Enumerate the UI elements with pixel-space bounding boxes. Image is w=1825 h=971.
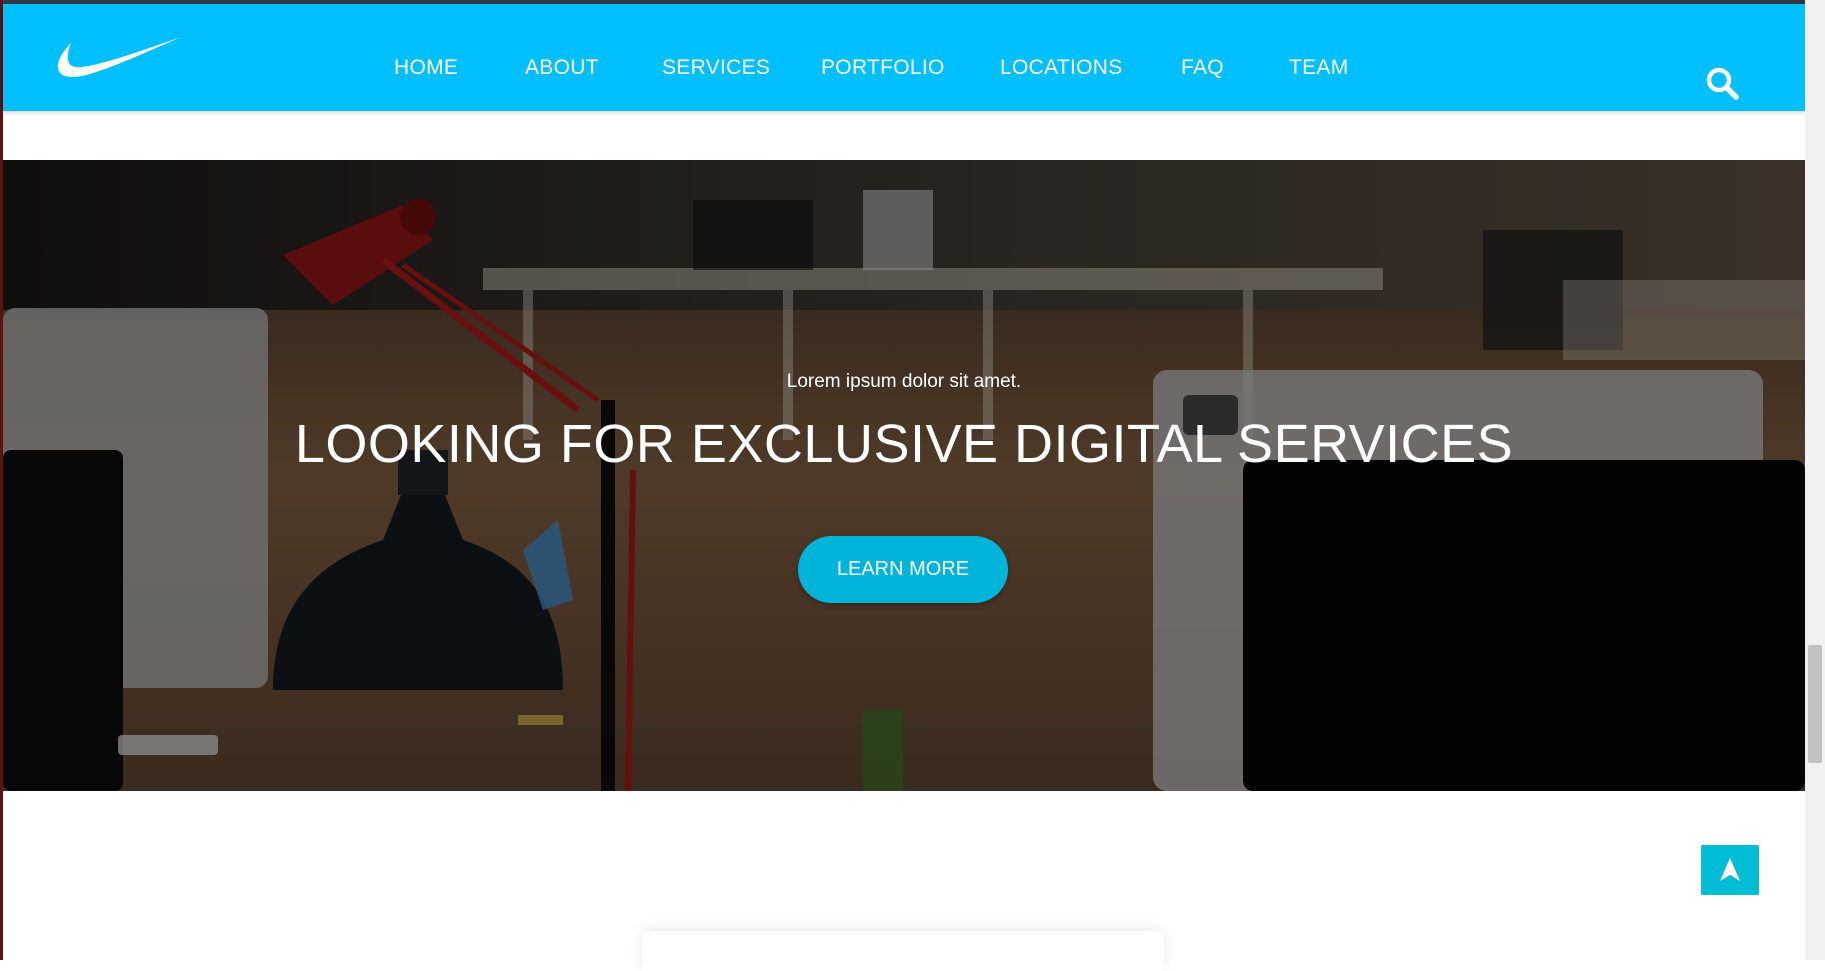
back-to-top-button[interactable] [1701, 845, 1759, 895]
navbar: HOME ABOUT SERVICES PORTFOLIO LOCATIONS … [3, 4, 1805, 111]
search-icon[interactable] [1705, 66, 1739, 100]
hero-dark-overlay [3, 160, 1805, 791]
hero-title: LOOKING FOR EXCLUSIVE DIGITAL SERVICES [294, 414, 1514, 474]
nav-locations[interactable]: LOCATIONS [1000, 56, 1123, 80]
learn-more-button[interactable]: LEARN MORE [798, 536, 1008, 603]
scrollbar[interactable] [1805, 0, 1825, 960]
scrollbar-thumb[interactable] [1808, 645, 1822, 763]
nav-faq[interactable]: FAQ [1181, 56, 1224, 80]
nav-portfolio[interactable]: PORTFOLIO [821, 56, 945, 80]
nav-team[interactable]: TEAM [1289, 56, 1349, 80]
nav-about[interactable]: ABOUT [525, 56, 599, 80]
hero-subtitle: Lorem ipsum dolor sit amet. [786, 371, 1022, 392]
content-card [642, 931, 1164, 971]
nav-home[interactable]: HOME [394, 56, 458, 80]
main-nav: HOME ABOUT SERVICES PORTFOLIO LOCATIONS … [3, 4, 1805, 111]
arrow-up-icon [1720, 858, 1740, 881]
hero-section: Lorem ipsum dolor sit amet. LOOKING FOR … [3, 160, 1805, 791]
nav-services[interactable]: SERVICES [662, 56, 770, 80]
